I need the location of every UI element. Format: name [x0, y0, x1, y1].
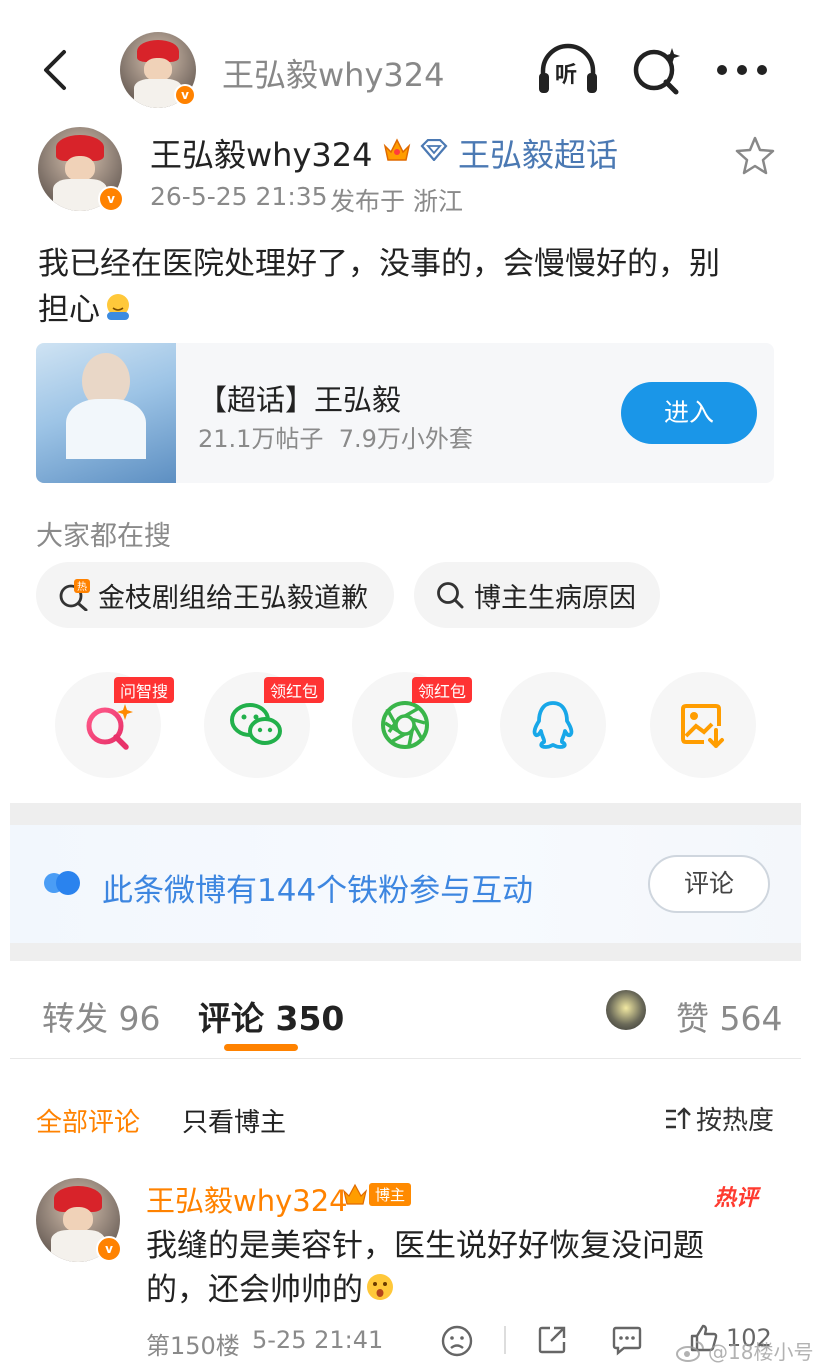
- search-chip-hot[interactable]: 热 金枝剧组给王弘毅道歉: [36, 562, 394, 628]
- supertopic-card-title: 【超话】王弘毅: [198, 383, 402, 417]
- supertopic-poster-image: [36, 343, 176, 483]
- comment-author-badge: 博主: [342, 1182, 412, 1206]
- search-chip-cause-label: 博主生病原因: [474, 582, 636, 614]
- enter-button[interactable]: 进入: [621, 382, 757, 444]
- hug-emoji-icon: [103, 292, 133, 322]
- watermark: @18楼小号: [676, 1336, 813, 1365]
- hot-comment-label: 热评: [714, 1186, 759, 1211]
- search-heading: 大家都在搜: [36, 521, 171, 552]
- more-dots-icon: [717, 65, 767, 75]
- ai-search-icon: [633, 48, 680, 95]
- filter-author-only[interactable]: 只看博主: [182, 1102, 286, 1139]
- tabs-divider: [10, 1058, 801, 1059]
- share-tag-ai: 问智搜: [114, 677, 175, 703]
- svg-text:热: 热: [77, 580, 87, 593]
- section-divider: [10, 943, 801, 961]
- favorite-star-button[interactable]: [734, 134, 776, 176]
- qq-icon: [532, 701, 574, 749]
- verified-badge-icon: v: [98, 186, 124, 212]
- moments-icon: [381, 701, 429, 749]
- star-icon: [735, 136, 775, 175]
- reply-comment-button[interactable]: [610, 1324, 644, 1356]
- hot-search-icon: 热: [59, 579, 90, 611]
- post-location: 发布于 浙江: [330, 187, 463, 216]
- share-comment-button[interactable]: [536, 1324, 568, 1356]
- listen-label: 听: [555, 63, 578, 88]
- comment-floor: 第150楼: [146, 1332, 240, 1360]
- tab-comments[interactable]: 评论 350: [198, 992, 344, 1040]
- comment-actions-divider: [504, 1326, 506, 1354]
- back-button[interactable]: [30, 40, 80, 100]
- comment-text-line-1: 我缝的是美容针，医生说好好恢复没问题: [146, 1228, 704, 1264]
- tab-repost[interactable]: 转发 96: [42, 992, 160, 1040]
- post-time: 26-5-25 21:35: [150, 182, 328, 211]
- share-save-image-button[interactable]: [650, 672, 756, 778]
- comment-icon: [612, 1326, 642, 1356]
- post-author-name[interactable]: 王弘毅why324: [150, 130, 372, 176]
- supertopic-link[interactable]: 王弘毅超话: [458, 130, 618, 176]
- sort-by-hot-button[interactable]: 按热度: [664, 1100, 774, 1137]
- dislike-button[interactable]: [440, 1324, 474, 1358]
- section-divider: [10, 803, 801, 825]
- comment-time: 5-25 21:41: [252, 1326, 384, 1354]
- liker-avatar[interactable]: [606, 990, 646, 1030]
- ai-search-icon: [86, 704, 133, 750]
- top-nav-bar: v 王弘毅why324 听: [0, 20, 832, 120]
- tab-comments-indicator: [224, 1044, 298, 1051]
- crown-badge-icon: [382, 134, 412, 164]
- listen-button[interactable]: 听: [536, 42, 600, 98]
- supertopic-card[interactable]: 【超话】王弘毅 21.1万帖子 7.9万小外套 进入: [36, 343, 774, 483]
- surprised-emoji-icon: [365, 1272, 395, 1302]
- search-icon: [437, 582, 464, 609]
- wechat-icon: [230, 703, 282, 745]
- share-icon: [538, 1326, 566, 1354]
- verified-badge-icon: v: [96, 1236, 122, 1262]
- share-qq-button[interactable]: [500, 672, 606, 778]
- verified-badge-icon: v: [174, 84, 196, 106]
- ai-search-button[interactable]: [628, 42, 684, 98]
- weibo-logo-icon: [676, 1340, 704, 1362]
- comment-text-line-2-text: 的，还会帅帅的: [146, 1272, 363, 1308]
- crown-badge-icon: [342, 1183, 368, 1205]
- watermark-text: @18楼小号: [708, 1340, 814, 1364]
- diamond-icon: [420, 138, 448, 162]
- more-button[interactable]: [712, 52, 772, 88]
- tab-likes[interactable]: 赞 564: [676, 992, 782, 1040]
- chevron-left-icon: [44, 50, 66, 90]
- comment-author-name[interactable]: 王弘毅why324: [146, 1178, 348, 1220]
- comment-text-line-2: 的，还会帅帅的: [146, 1264, 395, 1309]
- search-chip-hot-label: 金枝剧组给王弘毅道歉: [98, 582, 368, 614]
- save-image-icon: [681, 704, 724, 748]
- fans-banner-text: 此条微博有144个铁粉参与互动: [102, 873, 534, 909]
- sort-icon: [666, 1106, 691, 1129]
- search-chip-cause[interactable]: 博主生病原因: [414, 562, 660, 628]
- post-text-line-2-text: 担心: [38, 292, 100, 328]
- post-text-line-2: 担心: [38, 284, 133, 329]
- fans-comment-button[interactable]: 评论: [648, 855, 770, 913]
- post-text-line-1: 我已经在医院处理好了，没事的，会慢慢好的，别: [38, 246, 720, 282]
- filter-all-comments[interactable]: 全部评论: [36, 1102, 140, 1139]
- nav-title: 王弘毅why324: [222, 56, 445, 94]
- supertopic-card-stats: 21.1万帖子 7.9万小外套: [198, 425, 473, 453]
- sort-label: 按热度: [696, 1106, 775, 1136]
- share-tag-moments: 领红包: [412, 677, 473, 703]
- share-tag-wechat: 领红包: [264, 677, 325, 703]
- fans-banner: 此条微博有144个铁粉参与互动 评论: [10, 825, 801, 943]
- frown-face-icon: [441, 1325, 473, 1357]
- fans-icon: [42, 870, 82, 896]
- author-badge-label: 博主: [369, 1182, 412, 1206]
